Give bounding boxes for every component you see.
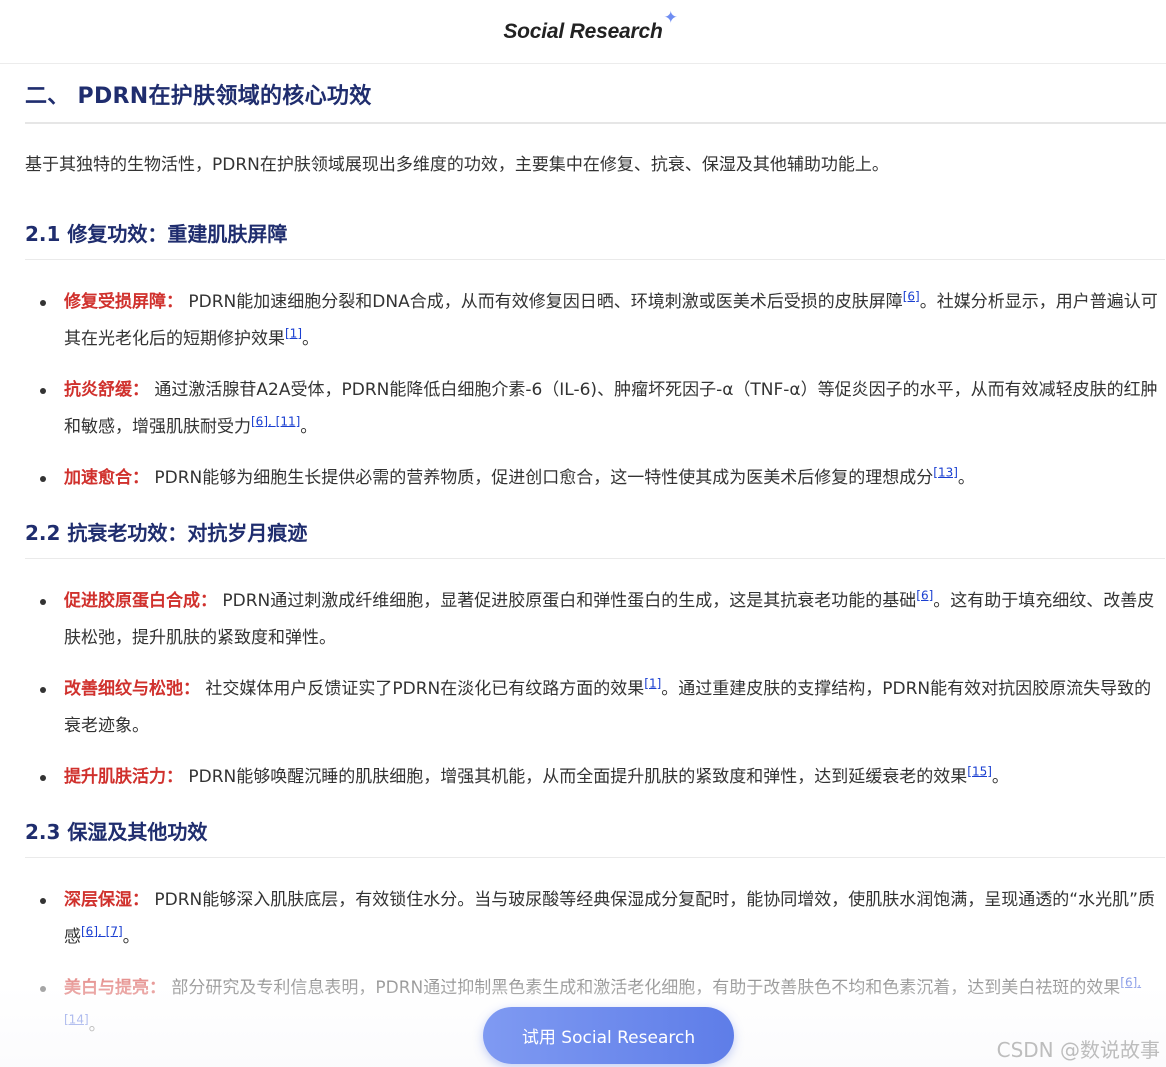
item-text: 。: [957, 468, 975, 488]
article-content: 二、 PDRN在护肤领域的核心功效 基于其独特的生物活性，PDRN在护肤领域展现…: [0, 78, 1166, 1044]
item-text: 通过激活腺苷A2A受体，PDRN能降低白细胞介素-6（IL-6)、肿瘤坏死因子-…: [64, 380, 1158, 437]
subsection-heading-antiaging: 2.2 抗衰老功效：对抗岁月痕迹: [25, 517, 1165, 559]
item-text: 。: [991, 767, 1009, 787]
item-keyword: 促进胶原蛋白合成：: [64, 591, 217, 611]
citation-link[interactable]: [6]: [1120, 975, 1137, 989]
subsection-heading-moisture: 2.3 保湿及其他功效: [25, 816, 1165, 858]
sparkle-icon: ✦: [663, 7, 678, 27]
top-bar: Social Research ✦: [0, 0, 1166, 64]
item-keyword: 改善细纹与松弛：: [64, 679, 200, 699]
item-text: PDRN能加速细胞分裂和DNA合成，从而有效修复因日晒、环境刺激或医美术后受损的…: [183, 292, 903, 312]
list-item: 促进胶原蛋白合成： PDRN通过刺激成纤维细胞，显著促进胶原蛋白和弹性蛋白的生成…: [25, 583, 1166, 657]
citation-link[interactable]: [6]: [81, 924, 98, 938]
item-keyword: 抗炎舒缓：: [64, 380, 149, 400]
watermark: CSDN @数说故事: [996, 1038, 1160, 1062]
item-text: 社交媒体用户反馈证实了PDRN在淡化已有纹路方面的效果: [200, 679, 645, 699]
list-item: 修复受损屏障： PDRN能加速细胞分裂和DNA合成，从而有效修复因日晒、环境刺激…: [25, 284, 1166, 358]
item-text: 部分研究及专利信息表明，PDRN通过抑制黑色素生成和激活老化细胞，有助于改善肤色…: [166, 978, 1121, 998]
intro-paragraph: 基于其独特的生物活性，PDRN在护肤领域展现出多维度的功效，主要集中在修复、抗衰…: [25, 155, 889, 175]
brand-logo[interactable]: Social Research ✦: [503, 8, 677, 44]
item-keyword: 修复受损屏障：: [64, 292, 183, 312]
citation-link[interactable]: [7]: [106, 924, 123, 938]
subsection-heading-repair: 2.1 修复功效：重建肌肤屏障: [25, 218, 1165, 260]
list-item: 加速愈合： PDRN能够为细胞生长提供必需的营养物质，促进创口愈合，这一特性使其…: [25, 460, 1166, 497]
citation-link[interactable]: [13]: [933, 465, 958, 479]
item-keyword: 提升肌肤活力：: [64, 767, 183, 787]
try-social-research-button[interactable]: 试用 Social Research: [483, 1007, 734, 1064]
list-item: 提升肌肤活力： PDRN能够唤醒沉睡的肌肤细胞，增强其机能，从而全面提升肌肤的紧…: [25, 759, 1166, 796]
item-keyword: 深层保湿：: [64, 890, 149, 910]
citation-separator: ,: [268, 414, 276, 429]
item-text: 。: [302, 329, 319, 349]
item-text: PDRN能够为细胞生长提供必需的营养物质，促进创口愈合，这一特性使其成为医美术后…: [149, 468, 934, 488]
item-keyword: 加速愈合：: [64, 468, 149, 488]
citation-link[interactable]: [6]: [903, 289, 920, 303]
citation-link[interactable]: [1]: [644, 676, 661, 690]
item-text: PDRN能够唤醒沉睡的肌肤细胞，增强其机能，从而全面提升肌肤的紧致度和弹性，达到…: [183, 767, 968, 787]
list-item: 抗炎舒缓： 通过激活腺苷A2A受体，PDRN能降低白细胞介素-6（IL-6)、肿…: [25, 372, 1166, 446]
item-keyword: 美白与提亮：: [64, 978, 166, 998]
item-text: PDRN能够深入肌肤底层，有效锁住水分。当与玻尿酸等经典保湿成分复配时，能协同增…: [64, 890, 1155, 947]
item-text: 。: [88, 1015, 106, 1035]
section-heading: 二、 PDRN在护肤领域的核心功效: [25, 78, 1166, 124]
list-item: 深层保湿： PDRN能够深入肌肤底层，有效锁住水分。当与玻尿酸等经典保湿成分复配…: [25, 882, 1166, 956]
repair-list: 修复受损屏障： PDRN能加速细胞分裂和DNA合成，从而有效修复因日晒、环境刺激…: [25, 284, 1166, 497]
citation-link[interactable]: [15]: [967, 764, 992, 778]
item-text: PDRN通过刺激成纤维细胞，显著促进胶原蛋白和弹性蛋白的生成，这是其抗衰老功能的…: [217, 591, 917, 611]
citation-separator: ,: [98, 924, 106, 939]
citation-link[interactable]: [1]: [285, 326, 302, 340]
citation-link[interactable]: [6]: [916, 588, 933, 602]
citation-separator: ,: [1137, 975, 1142, 990]
antiaging-list: 促进胶原蛋白合成： PDRN通过刺激成纤维细胞，显著促进胶原蛋白和弹性蛋白的生成…: [25, 583, 1166, 796]
item-text: 。: [300, 417, 318, 437]
citation-link[interactable]: [6]: [251, 414, 268, 428]
citation-link[interactable]: [11]: [276, 414, 301, 428]
citation-link[interactable]: [14]: [64, 1012, 89, 1026]
list-item: 改善细纹与松弛： 社交媒体用户反馈证实了PDRN在淡化已有纹路方面的效果[1]。…: [25, 671, 1166, 745]
item-text: 。: [122, 927, 140, 947]
brand-name: Social Research: [503, 19, 663, 43]
